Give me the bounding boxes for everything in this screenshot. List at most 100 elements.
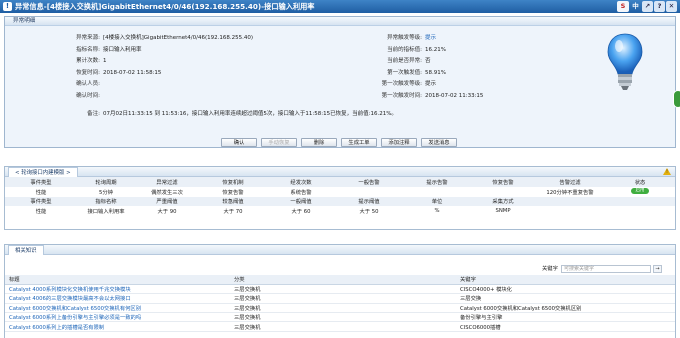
language-toggle[interactable]: 中 <box>630 1 641 12</box>
col-header: 经发次数 <box>290 179 312 186</box>
field-label: 指标名称: <box>76 46 100 53</box>
table-cell: 120分钟不重复告警 <box>546 189 594 196</box>
field-is-abnormal: 当前是否异常: 否 <box>364 56 483 68</box>
table-row: Catalyst 6000系列上备份引擎与主引擎必须是一致的吗 三层交换机 备份… <box>5 312 675 323</box>
field-value: [4楼接入交换机]GigabitEthernet4/0/46(192.168.2… <box>103 35 254 41</box>
tab-rule-template[interactable]: < 轮询接口内建模版 > <box>8 167 78 177</box>
field-label: 确认时间: <box>76 92 100 99</box>
table-cell: SNMP <box>495 208 511 215</box>
rule-header-row: 事件类型 轮询周期 异常过滤 恢复机制 经发次数 一般告警 提示告警 恢复告警 … <box>5 177 675 187</box>
knowledge-tab-bar: 相关知识 <box>5 245 675 255</box>
table-cell: 三层交换 <box>456 293 675 304</box>
field-source: 异常来源: [4楼接入交换机]GigabitEthernet4/0/46(192.… <box>60 33 253 45</box>
field-first-time: 第一次触发时间: 2018-07-02 11:33:15 <box>364 91 484 103</box>
rule-table: 事件类型 轮询周期 异常过滤 恢复机制 经发次数 一般告警 提示告警 恢复告警 … <box>5 177 675 216</box>
knowledge-link[interactable]: Catalyst 4006的三层交换模块最高不会以太网接口 <box>9 296 131 302</box>
search-go-button[interactable]: → <box>653 265 662 273</box>
table-row: Catalyst 6000交换机和Catalyst 6500交换机有何区别 三层… <box>5 303 675 314</box>
rule-tab-bar: < 轮询接口内建模版 > <box>5 167 675 177</box>
col-header: 状态 <box>634 179 646 186</box>
col-header: 一般阈值 <box>290 199 312 206</box>
action-buttons: 确认 手动恢复 删除 生成工单 添加注释 发送消息 <box>221 138 457 147</box>
create-ticket-button[interactable]: 生成工单 <box>341 138 377 147</box>
table-cell: 接口输入利用率 <box>87 209 125 216</box>
app-logo-icon: S <box>617 1 629 12</box>
table-cell: 备份引擎与主引擎 <box>456 312 675 323</box>
field-label: 当前是否异常: <box>387 58 422 64</box>
table-cell: 大于 90 <box>157 209 177 216</box>
field-label: 第一次触发时间: <box>381 92 422 99</box>
table-cell: 5分钟 <box>99 189 113 196</box>
field-value: 16.21% <box>425 46 446 53</box>
warning-icon <box>663 168 671 175</box>
threshold-row: 性能 接口输入利用率 大于 90 大于 70 大于 60 大于 50 % SNM… <box>5 206 675 216</box>
table-cell: 恢复告警 <box>222 189 244 196</box>
knowledge-header-row: 标题 分类 关键字 <box>5 275 675 285</box>
close-button[interactable]: ✕ <box>666 1 677 12</box>
knowledge-panel: 相关知识 关键字 可搜索关键字 → 标题 分类 关键字 Catalyst 400… <box>4 244 676 338</box>
knowledge-link[interactable]: Catalyst 6000系列上备份引擎与主引擎必须是一致的吗 <box>9 315 141 321</box>
side-handle[interactable] <box>673 90 680 108</box>
table-cell: 三层交换机 <box>230 284 456 295</box>
table-row: Catalyst 4006的三层交换模块最高不会以太网接口 三层交换机 三层交换 <box>5 293 675 304</box>
table-cell: 三层交换机 <box>230 321 456 332</box>
summary-label: 备注: <box>87 111 100 117</box>
help-button[interactable]: ? <box>654 1 665 12</box>
detail-section-title: 异常明细 <box>5 17 675 26</box>
status-cell: 启用 <box>605 187 675 197</box>
field-confirm-user: 确认人员: <box>60 79 253 91</box>
col-header: 分类 <box>230 275 456 285</box>
field-label: 异常触发等级: <box>387 35 422 41</box>
field-value: 1 <box>103 58 107 64</box>
table-cell: Catalyst 6000交换机和Catalyst 6500交换机区别 <box>456 303 675 314</box>
col-header: 提示阈值 <box>358 199 380 206</box>
table-row: Catalyst 4000系列模块化交换机使用千兆交换模块 三层交换机 CISC… <box>5 284 675 295</box>
threshold-header-row: 事件类型 指标名称 严重阈值 较急阈值 一般阈值 提示阈值 单位 采集方式 <box>5 196 675 207</box>
rule-panel: < 轮询接口内建模版 > 事件类型 轮询周期 异常过滤 恢复机制 经发次数 一般… <box>4 166 676 230</box>
knowledge-link[interactable]: Catalyst 6000系列上的插槽是否有限制 <box>9 325 104 331</box>
table-cell: 系统告警 <box>290 189 312 196</box>
table-cell <box>335 187 403 197</box>
field-label: 当前的指标值: <box>387 46 422 53</box>
col-header: 采集方式 <box>492 199 514 206</box>
col-header: 单位 <box>431 199 443 206</box>
add-comment-button[interactable]: 添加注释 <box>381 138 417 147</box>
field-count: 累计次数: 1 <box>60 56 253 68</box>
rule-row: 性能 5分钟 偶然发生三次 恢复告警 系统告警 120分钟不重复告警 启用 <box>5 187 675 197</box>
status-toggle[interactable]: 启用 <box>631 188 649 195</box>
col-header: 事件类型 <box>30 199 52 206</box>
field-value: 提示 <box>425 35 437 41</box>
field-label: 第一次触发值: <box>387 69 422 76</box>
search-input[interactable]: 可搜索关键字 <box>561 265 651 273</box>
table-cell: 三层交换机 <box>230 303 456 314</box>
table-cell: 偶然发生三次 <box>151 189 183 196</box>
table-cell: 大于 50 <box>359 209 379 216</box>
table-cell <box>471 187 535 197</box>
field-confirm-time: 确认时间: <box>60 91 253 103</box>
knowledge-link[interactable]: Catalyst 6000交换机和Catalyst 6500交换机有何区别 <box>9 306 141 312</box>
confirm-button[interactable]: 确认 <box>221 138 257 147</box>
field-first-value: 第一次触发值: 58.91% <box>364 68 483 80</box>
detail-right-fields: 异常触发等级: 提示 当前的指标值: 16.21% 当前是否异常: 否 第一次触发值:… <box>364 33 484 103</box>
tab-related-knowledge[interactable]: 相关知识 <box>8 245 44 255</box>
table-cell <box>403 187 471 197</box>
manual-recover-button[interactable]: 手动恢复 <box>261 138 297 147</box>
col-header: 恢复告警 <box>492 179 514 186</box>
table-cell: 三层交换机 <box>230 293 456 304</box>
send-message-button[interactable]: 发送消息 <box>421 138 457 147</box>
col-header: 提示告警 <box>426 179 448 186</box>
table-cell: CISCO6000插槽 <box>456 321 675 332</box>
field-trigger-level: 异常触发等级: 提示 <box>364 33 483 45</box>
knowledge-link[interactable]: Catalyst 4000系列模块化交换机使用千兆交换模块 <box>9 287 131 293</box>
popout-button[interactable]: ↗ <box>642 1 653 12</box>
delete-button[interactable]: 删除 <box>301 138 337 147</box>
table-cell: CISCO4000+ 模块化 <box>456 284 675 295</box>
col-header: 告警过滤 <box>559 179 581 186</box>
field-first-level: 第一次触发等级: 提示 <box>364 79 483 91</box>
col-header: 严重阈值 <box>156 199 178 206</box>
field-label: 累计次数: <box>76 58 100 64</box>
col-header: 异常过滤 <box>156 179 178 186</box>
title-bar-tools: S 中 ↗ ? ✕ <box>617 1 677 12</box>
table-cell: 性能 <box>35 189 47 196</box>
field-label: 异常来源: <box>76 35 100 41</box>
